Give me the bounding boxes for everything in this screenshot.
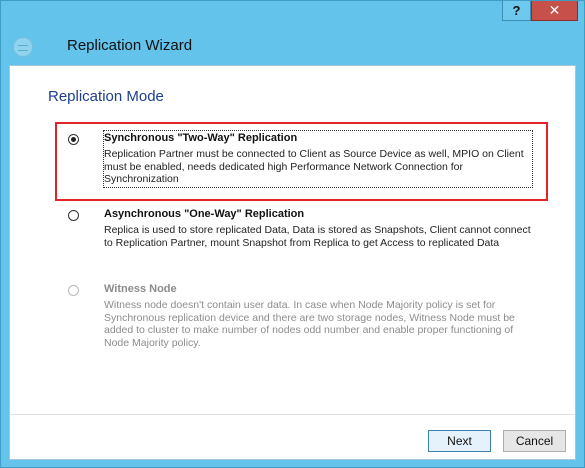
window-title: Replication Wizard bbox=[67, 37, 193, 54]
next-button-label: Next bbox=[447, 434, 472, 448]
wizard-content: Replication Mode Synchronous "Two-Way" R… bbox=[9, 65, 576, 460]
option-title: Synchronous "Two-Way" Replication bbox=[104, 132, 298, 144]
option-title: Asynchronous "One-Way" Replication bbox=[104, 208, 305, 220]
close-button[interactable]: ✕ bbox=[531, 1, 578, 21]
option-description: Witness node doesn't contain user data. … bbox=[104, 299, 515, 350]
footer-divider bbox=[10, 414, 575, 415]
radio-asynchronous[interactable] bbox=[68, 210, 79, 221]
next-button[interactable]: Next bbox=[428, 430, 491, 452]
wizard-window: Replication Wizard ? ✕ Replication Mode … bbox=[0, 0, 585, 468]
title-bar[interactable]: Replication Wizard ? ✕ bbox=[1, 1, 584, 65]
cancel-button[interactable]: Cancel bbox=[503, 430, 566, 452]
back-arrow-icon bbox=[13, 37, 33, 57]
option-title: Witness Node bbox=[104, 283, 177, 295]
radio-witness-node bbox=[68, 285, 79, 296]
help-button[interactable]: ? bbox=[502, 1, 531, 21]
option-description: Replica is used to store replicated Data… bbox=[104, 224, 531, 249]
option-description: Replication Partner must be connected to… bbox=[104, 148, 524, 186]
page-title: Replication Mode bbox=[48, 88, 164, 105]
radio-synchronous[interactable] bbox=[68, 134, 79, 145]
